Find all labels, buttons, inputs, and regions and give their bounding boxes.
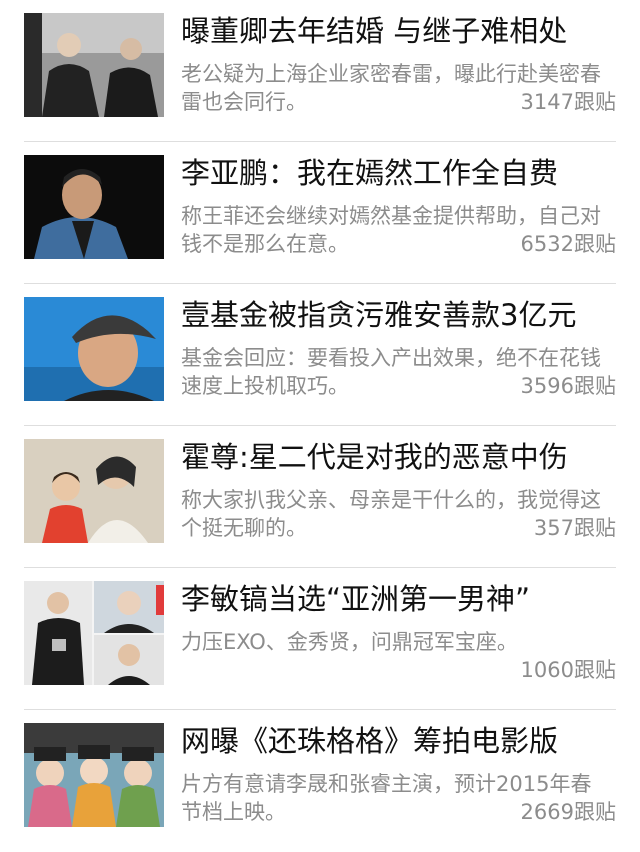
news-title[interactable]: 霍尊:星二代是对我的恶意中伤: [181, 438, 621, 476]
comment-count[interactable]: 3596跟贴: [514, 372, 616, 400]
comment-count[interactable]: 6532跟贴: [514, 230, 616, 258]
news-item[interactable]: 网曝《还珠格格》筹拍电影版 片方有意请李晟和张睿主演，预计2015年春节档上映。…: [0, 710, 640, 852]
news-item[interactable]: 壹基金被指贪污雅安善款3亿元 基金会回应：要看投入产出效果，绝不在花钱速度上投机…: [0, 284, 640, 426]
news-title[interactable]: 李敏镐当选“亚洲第一男神”: [181, 580, 621, 618]
news-thumbnail[interactable]: [24, 581, 164, 685]
news-thumbnail[interactable]: [24, 297, 164, 401]
comment-count[interactable]: 2669跟贴: [514, 798, 616, 826]
news-thumbnail[interactable]: [24, 439, 164, 543]
news-title[interactable]: 网曝《还珠格格》筹拍电影版: [181, 722, 621, 760]
news-thumbnail[interactable]: [24, 723, 164, 827]
comment-count[interactable]: 3147跟贴: [514, 88, 616, 116]
news-summary: 力压EXO、金秀贤，问鼎冠军宝座。: [181, 630, 518, 654]
news-item[interactable]: 曝董卿去年结婚 与继子难相处 老公疑为上海企业家密春雷，曝此行赴美密春雷也会同行…: [0, 0, 640, 142]
news-item[interactable]: 李敏镐当选“亚洲第一男神” 力压EXO、金秀贤，问鼎冠军宝座。 1060跟贴: [0, 568, 640, 710]
news-title[interactable]: 李亚鹏：我在嫣然工作全自费: [181, 154, 621, 192]
news-thumbnail[interactable]: [24, 13, 164, 117]
news-title[interactable]: 曝董卿去年结婚 与继子难相处: [181, 12, 621, 50]
comment-count[interactable]: 1060跟贴: [514, 656, 616, 684]
news-thumbnail[interactable]: [24, 155, 164, 259]
news-item[interactable]: 霍尊:星二代是对我的恶意中伤 称大家扒我父亲、母亲是干什么的，我觉得这个挺无聊的…: [0, 426, 640, 568]
news-title[interactable]: 壹基金被指贪污雅安善款3亿元: [181, 296, 621, 334]
comment-count[interactable]: 357跟贴: [527, 514, 616, 542]
news-item[interactable]: 李亚鹏：我在嫣然工作全自费 称王菲还会继续对嫣然基金提供帮助，自己对钱不是那么在…: [0, 142, 640, 284]
news-feed: 曝董卿去年结婚 与继子难相处 老公疑为上海企业家密春雷，曝此行赴美密春雷也会同行…: [0, 0, 640, 840]
